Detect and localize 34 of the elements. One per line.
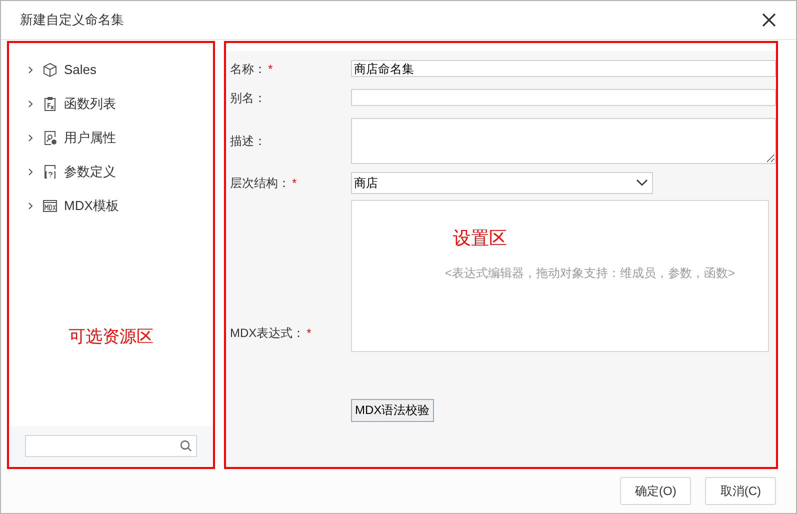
- input-field[interactable]: [351, 89, 776, 106]
- annotation-label: 可选资源区: [68, 326, 154, 348]
- tree-item[interactable]: 函数列表: [64, 94, 116, 114]
- field-label: MDX表达式：: [230, 325, 305, 342]
- window-title: 新建自定义命名集: [20, 11, 124, 30]
- required-mark: *: [306, 325, 312, 342]
- tree-item[interactable]: 用户属性: [64, 128, 116, 148]
- field-label: 名称：: [230, 60, 266, 78]
- parameter-icon: [42, 164, 58, 180]
- user-icon: [42, 130, 58, 146]
- chevron-down-icon: [636, 179, 648, 187]
- required-mark: *: [268, 60, 273, 78]
- tree-item[interactable]: MDX模板: [64, 196, 119, 216]
- search-field[interactable]: [25, 435, 197, 457]
- search-icon: [180, 440, 192, 452]
- annotation-label: 设置区: [453, 227, 507, 250]
- cube-icon: [42, 62, 58, 78]
- required-mark: *: [292, 175, 297, 192]
- dropdown[interactable]: 商店: [351, 172, 653, 194]
- tree-item[interactable]: Sales: [64, 60, 97, 80]
- placeholder-text: <表达式编辑器，拖动对象支持：维成员，参数，函数>: [444, 265, 735, 282]
- close-icon: [762, 13, 776, 27]
- expression-editor[interactable]: 设置区 <表达式编辑器，拖动对象支持：维成员，参数，函数>: [351, 200, 769, 352]
- function-icon: [42, 96, 58, 112]
- field-label: 别名：: [230, 90, 266, 106]
- template-icon: [42, 198, 58, 214]
- close-button[interactable]: [761, 12, 777, 28]
- tree-item[interactable]: 参数定义: [64, 162, 116, 182]
- dialog-button[interactable]: 确定(O): [620, 477, 692, 505]
- validate-button[interactable]: MDX语法校验: [351, 398, 434, 422]
- field-label: 描述：: [230, 133, 266, 150]
- field-label: 层次结构：: [230, 175, 290, 192]
- input-field[interactable]: 商店命名集: [351, 60, 776, 77]
- dialog-button[interactable]: 取消(C): [705, 477, 776, 505]
